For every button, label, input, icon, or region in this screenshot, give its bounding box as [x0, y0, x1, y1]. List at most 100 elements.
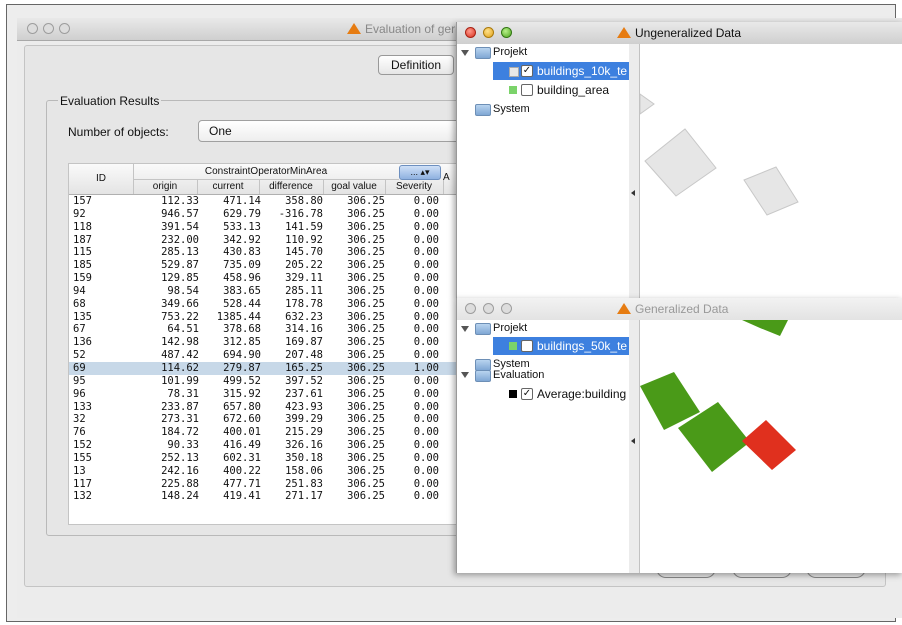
table-cell: 306.25 [347, 400, 385, 413]
table-row[interactable]: 117 225.88 477.71 251.83 306.25 0.00 [69, 478, 459, 491]
col-difference[interactable]: difference [259, 179, 324, 194]
table-cell: 0.00 [413, 451, 439, 464]
table-row[interactable]: 155 252.13 602.31 350.18 306.25 0.00 [69, 452, 459, 465]
table-row[interactable]: 185 529.87 735.09 205.22 306.25 0.00 [69, 259, 459, 272]
table-cell: 252.13 [161, 451, 199, 464]
table-cell: 423.93 [285, 400, 323, 413]
table-cell: 629.79 [223, 207, 261, 220]
app-icon [347, 23, 361, 34]
app-icon [617, 303, 631, 314]
layer-checkbox[interactable] [521, 340, 533, 352]
close-button[interactable] [465, 303, 476, 314]
table-cell: 32 [73, 413, 86, 426]
col-goal-value[interactable]: goal value [323, 179, 386, 194]
table-cell: 118 [73, 220, 92, 233]
table-row[interactable]: 132 148.24 419.41 271.17 306.25 0.00 [69, 490, 459, 503]
expand-triangle-icon[interactable] [461, 372, 469, 378]
table-row[interactable]: 135 753.22 1385.44 632.23 306.25 0.00 [69, 311, 459, 324]
tree-evaluation[interactable]: Evaluation [493, 367, 544, 383]
close-button[interactable] [465, 27, 476, 38]
table-row[interactable]: 118 391.54 533.13 141.59 306.25 0.00 [69, 221, 459, 234]
table-cell: 273.31 [161, 413, 199, 426]
col-a[interactable]: A [443, 172, 450, 183]
table-cell: 1.00 [413, 361, 439, 374]
col-id[interactable]: ID [69, 164, 134, 194]
expand-triangle-icon[interactable] [461, 326, 469, 332]
results-table[interactable]: ID ConstraintOperatorMinArea origin curr… [68, 163, 460, 525]
table-row[interactable]: 32 273.31 672.60 399.29 306.25 0.00 [69, 413, 459, 426]
table-cell: 178.78 [285, 297, 323, 310]
tab-definition[interactable]: Definition [378, 55, 454, 75]
table-row[interactable]: 94 98.54 383.65 285.11 306.25 0.00 [69, 285, 459, 298]
table-cell: 0.00 [413, 246, 439, 259]
zoom-button[interactable] [501, 27, 512, 38]
table-cell: 0.00 [413, 259, 439, 272]
table-cell: 306.25 [347, 349, 385, 362]
table-row[interactable]: 152 90.33 416.49 326.16 306.25 0.00 [69, 439, 459, 452]
tree-system[interactable]: System [493, 101, 530, 117]
minimize-button[interactable] [483, 303, 494, 314]
ungeneralized-window: Ungeneralized Data Projekt ✓ buildings_1… [456, 22, 902, 298]
layer-checkbox[interactable]: ✓ [521, 65, 533, 77]
table-cell: 306.25 [347, 439, 385, 452]
table-row[interactable]: 159 129.85 458.96 329.11 306.25 0.00 [69, 272, 459, 285]
table-cell: 271.17 [285, 490, 323, 503]
table-cell: 306.25 [347, 464, 385, 477]
zoom-button[interactable] [59, 23, 70, 34]
map-canvas-generalized[interactable] [640, 320, 902, 573]
minimize-button[interactable] [43, 23, 54, 34]
table-row[interactable]: 133 233.87 657.80 423.93 306.25 0.00 [69, 401, 459, 414]
map-canvas-ungeneralized[interactable] [640, 44, 902, 298]
table-cell: 326.16 [285, 439, 323, 452]
table-cell: 94 [73, 284, 86, 297]
window-title: Evaluation of ger [365, 22, 456, 36]
col-origin[interactable]: origin [133, 179, 198, 194]
layer-checkbox[interactable] [521, 84, 533, 96]
table-cell: 285.11 [285, 284, 323, 297]
table-row[interactable]: 68 349.66 528.44 178.78 306.25 0.00 [69, 298, 459, 311]
table-cell: 135 [73, 310, 92, 323]
col-severity[interactable]: Severity [385, 179, 444, 194]
table-row[interactable]: 69 114.62 279.87 165.25 306.25 1.00 [69, 361, 459, 375]
table-row[interactable]: 115 285.13 430.83 145.70 306.25 0.00 [69, 246, 459, 259]
table-row[interactable]: 13 242.16 400.22 158.06 306.25 0.00 [69, 465, 459, 478]
table-cell: 430.83 [223, 246, 261, 259]
folder-icon [475, 323, 491, 335]
table-row[interactable]: 95 101.99 499.52 397.52 306.25 0.00 [69, 375, 459, 388]
tree-layer-buildings-50k[interactable]: buildings_50k_te [537, 338, 627, 354]
table-cell: 458.96 [223, 272, 261, 285]
tree-projekt[interactable]: Projekt [493, 44, 527, 60]
table-row[interactable]: 157 112.33 471.14 358.80 306.25 0.00 [69, 195, 459, 208]
table-row[interactable]: 136 142.98 312.85 169.87 306.25 0.00 [69, 336, 459, 349]
layer-tree: Projekt ✓ buildings_10k_te building_area… [457, 44, 630, 298]
tree-layer-buildings-10k[interactable]: buildings_10k_te [537, 63, 627, 79]
zoom-button[interactable] [501, 303, 512, 314]
layer-checkbox[interactable]: ✓ [521, 388, 533, 400]
column-options-button[interactable]: ... ▴▾ [399, 165, 441, 180]
layer-color-icon [509, 67, 519, 77]
minimize-button[interactable] [483, 27, 494, 38]
table-cell: 159 [73, 272, 92, 285]
tree-eval-average[interactable]: Average:building [537, 386, 626, 402]
splitter[interactable] [629, 44, 640, 298]
objects-select[interactable]: One [198, 120, 468, 142]
table-cell: 0.00 [413, 220, 439, 233]
table-row[interactable]: 76 184.72 400.01 215.29 306.25 0.00 [69, 426, 459, 439]
table-row[interactable]: 67 64.51 378.68 314.16 306.25 0.00 [69, 323, 459, 336]
table-row[interactable]: 52 487.42 694.90 207.48 306.25 0.00 [69, 349, 459, 362]
table-cell: 169.87 [285, 336, 323, 349]
expand-triangle-icon[interactable] [461, 50, 469, 56]
splitter[interactable] [629, 320, 640, 573]
table-cell: 315.92 [223, 387, 261, 400]
table-row[interactable]: 187 232.00 342.92 110.92 306.25 0.00 [69, 234, 459, 247]
table-cell: 306.25 [347, 336, 385, 349]
table-cell: 0.00 [413, 490, 439, 503]
table-cell: 141.59 [285, 220, 323, 233]
table-row[interactable]: 96 78.31 315.92 237.61 306.25 0.00 [69, 388, 459, 401]
col-current[interactable]: current [197, 179, 260, 194]
table-cell: 306.25 [347, 207, 385, 220]
close-button[interactable] [27, 23, 38, 34]
tree-projekt[interactable]: Projekt [493, 320, 527, 336]
table-row[interactable]: 92 946.57 629.79 -316.78 306.25 0.00 [69, 208, 459, 221]
tree-layer-building-area[interactable]: building_area [537, 82, 609, 98]
